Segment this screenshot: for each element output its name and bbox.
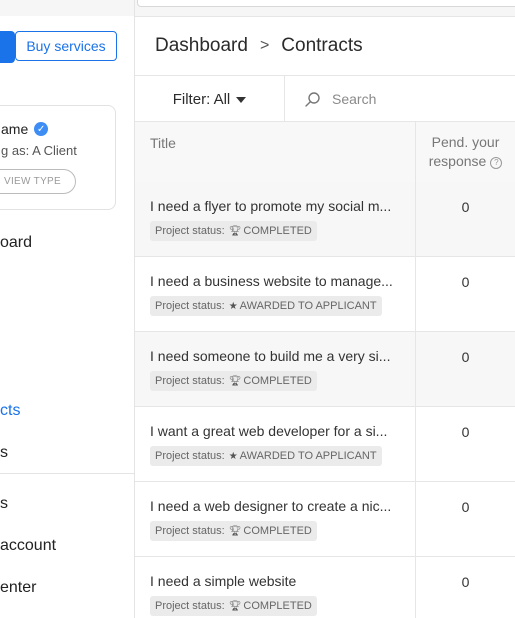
- primary-action-button[interactable]: [0, 31, 15, 63]
- status-value: COMPLETED: [243, 375, 312, 387]
- status-label: Project status:: [155, 450, 225, 462]
- status-badge: Project status: 🏆︎ COMPLETED: [150, 521, 317, 541]
- status-badge: Project status: ★ AWARDED TO APPLICANT: [150, 446, 382, 466]
- pending-count: 0: [461, 424, 470, 440]
- pending-header-line1: Pend. your: [431, 134, 500, 150]
- status-value: COMPLETED: [243, 525, 312, 537]
- pending-cell: 0: [415, 482, 515, 556]
- status-label: Project status:: [155, 600, 225, 612]
- table-row[interactable]: I need a business website to manage... Pr…: [135, 257, 515, 332]
- trophy-icon: 🏆︎: [228, 600, 242, 612]
- trophy-icon: 🏆︎: [228, 525, 242, 537]
- main-top-strip: [135, 0, 515, 17]
- filter-dropdown[interactable]: Filter: All: [135, 76, 285, 122]
- pending-cell: 0: [415, 557, 515, 618]
- contract-title[interactable]: I want a great web developer for a si...: [150, 423, 404, 439]
- table-row[interactable]: I need a web designer to create a nic...…: [135, 482, 515, 557]
- table-row[interactable]: I need someone to build me a very si... P…: [135, 332, 515, 407]
- sidebar-item-center[interactable]: enter: [0, 579, 36, 597]
- pending-count: 0: [461, 274, 470, 290]
- pending-count: 0: [461, 499, 470, 515]
- breadcrumb: Dashboard > Contracts: [155, 35, 363, 57]
- pending-count: 0: [461, 199, 470, 215]
- sidebar-item-s1[interactable]: s: [0, 444, 8, 462]
- column-pending-header[interactable]: Pend. your response?: [415, 122, 515, 182]
- status-badge: Project status: 🏆︎ COMPLETED: [150, 596, 317, 616]
- sidebar-item-s2[interactable]: s: [0, 495, 8, 513]
- table-row[interactable]: I need a flyer to promote my social m...…: [135, 182, 515, 257]
- sidebar-top-strip: [0, 0, 134, 16]
- sidebar-item-account[interactable]: account: [0, 537, 56, 555]
- search-input[interactable]: Search: [305, 76, 376, 122]
- star-icon: ★: [228, 450, 238, 462]
- trophy-icon: 🏆︎: [228, 375, 242, 387]
- pending-cell: 0: [415, 257, 515, 331]
- contract-title[interactable]: I need a simple website: [150, 573, 404, 589]
- main-panel: Dashboard > Contracts Filter: All Search…: [135, 0, 515, 618]
- status-label: Project status:: [155, 225, 225, 237]
- pending-header-line2: response: [428, 153, 487, 169]
- star-icon: ★: [228, 300, 238, 312]
- filter-label: Filter: All: [172, 90, 231, 108]
- switch-view-type-button[interactable]: CH VIEW TYPE: [0, 169, 76, 194]
- pending-cell: 0: [415, 407, 515, 481]
- contract-title[interactable]: I need someone to build me a very si...: [150, 348, 404, 364]
- chevron-right-icon: >: [259, 37, 270, 54]
- contract-title[interactable]: I need a flyer to promote my social m...: [150, 198, 404, 214]
- status-value: AWARDED TO APPLICANT: [239, 450, 377, 462]
- pending-cell: 0: [415, 332, 515, 406]
- search-placeholder: Search: [332, 91, 377, 107]
- status-value: COMPLETED: [243, 600, 312, 612]
- verified-icon: ✓: [34, 122, 49, 136]
- help-icon[interactable]: ?: [490, 157, 503, 169]
- profile-name: ame: [1, 121, 29, 137]
- contract-title[interactable]: I need a business website to manage...: [150, 273, 404, 289]
- pending-count: 0: [461, 574, 470, 590]
- status-label: Project status:: [155, 300, 225, 312]
- column-title-header[interactable]: Title: [150, 135, 176, 151]
- table-row[interactable]: I need a simple website Project status: 🏆︎…: [135, 557, 515, 618]
- status-badge: Project status: 🏆︎ COMPLETED: [150, 221, 317, 241]
- table-row[interactable]: I want a great web developer for a si...…: [135, 407, 515, 482]
- status-label: Project status:: [155, 375, 225, 387]
- caret-down-icon: [236, 97, 247, 103]
- profile-role: g as: A Client: [1, 143, 77, 158]
- sidebar-item-contracts[interactable]: cts: [0, 402, 20, 420]
- status-label: Project status:: [155, 525, 225, 537]
- toolbar: Filter: All Search: [135, 75, 515, 122]
- sidebar: Buy services ame ✓ g as: A Client CH VIE…: [0, 0, 135, 618]
- status-value: AWARDED TO APPLICANT: [239, 300, 377, 312]
- profile-card: ame ✓ g as: A Client CH VIEW TYPE: [0, 105, 116, 210]
- table-header: Title Pend. your response?: [135, 122, 515, 183]
- profile-name-row: ame ✓: [1, 121, 49, 137]
- status-value: COMPLETED: [243, 225, 312, 237]
- status-badge: Project status: 🏆︎ COMPLETED: [150, 371, 317, 391]
- sidebar-item-dashboard[interactable]: oard: [0, 234, 32, 252]
- breadcrumb-dashboard-link[interactable]: Dashboard: [155, 35, 248, 57]
- buy-services-button[interactable]: Buy services: [15, 31, 117, 61]
- pending-cell: 0: [415, 182, 515, 256]
- contract-title[interactable]: I need a web designer to create a nic...: [150, 498, 404, 514]
- breadcrumb-current: Contracts: [281, 35, 363, 56]
- trophy-icon: 🏆︎: [228, 225, 242, 237]
- pending-count: 0: [461, 349, 470, 365]
- search-icon: [305, 91, 320, 107]
- status-badge: Project status: ★ AWARDED TO APPLICANT: [150, 296, 382, 316]
- sidebar-divider: [0, 473, 134, 474]
